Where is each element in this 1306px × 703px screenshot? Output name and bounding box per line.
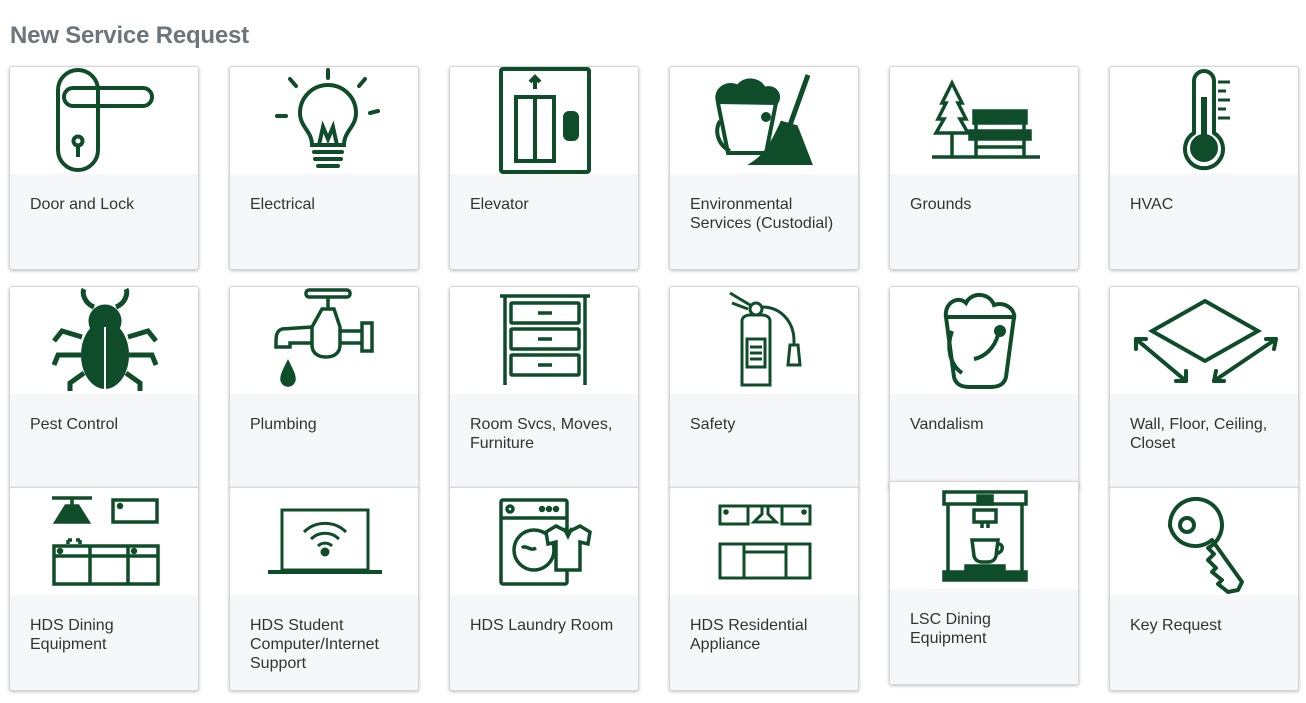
dresser-icon [500,294,590,385]
card-label: Safety [690,416,736,433]
paint-bucket-icon [943,293,1017,389]
service-card-elevator[interactable]: Elevator [449,66,639,270]
service-card-lsc-dining[interactable]: LSC Dining Equipment [889,481,1079,685]
card-label: Pest Control [30,416,119,433]
thermometer-icon [1183,69,1230,171]
service-card-key-request[interactable]: Key Request [1109,487,1299,691]
card-label: LSC Dining Equipment [910,611,991,647]
floor-area-icon [1134,298,1278,383]
service-card-plumbing[interactable]: Plumbing [229,286,419,490]
washing-machine-icon [499,498,592,586]
kitchen-appliance-icon [718,504,812,580]
service-card-wall-floor[interactable]: Wall, Floor, Ceiling, Closet [1109,286,1299,490]
card-label: Electrical [250,196,315,213]
service-card-room-services[interactable]: Room Svcs, Moves, Furniture [449,286,639,490]
bucket-broom-icon [715,74,813,165]
card-label: HDS Dining Equipment [30,617,114,653]
service-card-pest-control[interactable]: Pest Control [9,286,199,490]
card-label: Wall, Floor, Ceiling, Closet [1130,416,1268,452]
faucet-icon [274,288,374,387]
service-card-hds-residential[interactable]: HDS Residential Appliance [669,487,859,691]
card-label: Key Request [1130,617,1222,634]
laptop-wifi-icon [268,508,382,574]
card-label: Grounds [910,196,972,213]
service-card-door-and-lock[interactable]: Door and Lock [9,66,199,270]
bug-icon [51,287,159,391]
card-label: Vandalism [910,416,984,433]
service-card-hds-computer[interactable]: HDS Student Computer/Internet Support [229,487,419,691]
card-label: HDS Residential Appliance [690,617,808,653]
service-card-grounds[interactable]: Grounds [889,66,1079,270]
card-label: HVAC [1130,196,1174,213]
page-title: New Service Request [10,22,249,49]
fire-extinguisher-icon [729,291,802,387]
key-icon [1167,496,1244,594]
service-card-hds-laundry[interactable]: HDS Laundry Room [449,487,639,691]
service-card-hvac[interactable]: HVAC [1109,66,1299,270]
card-label: Environmental Services (Custodial) [690,196,834,232]
service-card-vandalism[interactable]: Vandalism [889,286,1079,490]
service-card-hds-dining[interactable]: HDS Dining Equipment [9,487,199,691]
light-bulb-icon [275,68,380,168]
coffee-machine-icon [942,490,1028,582]
service-card-environmental-services[interactable]: Environmental Services (Custodial) [669,66,859,270]
card-label: Door and Lock [30,196,135,213]
card-label: HDS Laundry Room [470,617,614,634]
card-label: Elevator [470,196,529,213]
card-label: HDS Student Computer/Internet Support [250,617,379,672]
tree-bench-icon [932,79,1040,159]
kitchen-equipment-icon [52,496,160,586]
service-card-safety[interactable]: Safety [669,286,859,490]
service-card-electrical[interactable]: Electrical [229,66,419,270]
card-label: Room Svcs, Moves, Furniture [470,416,613,452]
door-handle-icon [56,68,154,172]
elevator-icon [499,67,591,174]
card-label: Plumbing [250,416,317,433]
